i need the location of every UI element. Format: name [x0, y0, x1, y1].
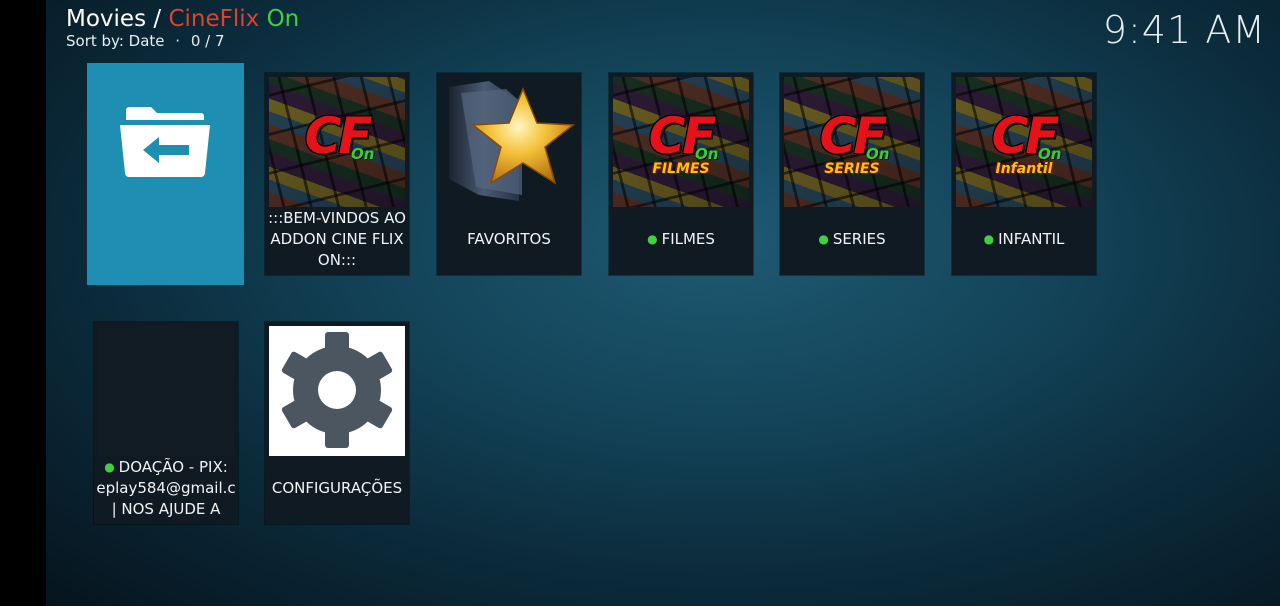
breadcrumb-section[interactable]: Movies: [66, 6, 146, 32]
tile-label-text: SERIES: [832, 229, 886, 248]
tile-label: ● INFANTIL: [952, 205, 1096, 273]
cf-logo: CF: [819, 107, 888, 165]
cineflix-series-thumbnail: CF On SERIES: [784, 77, 920, 207]
cf-on-text: On: [351, 145, 375, 163]
tile-label-line1: DOAÇÃO - PIX:: [118, 457, 228, 476]
tile-label-line2: eplay584@gmail.c: [96, 478, 236, 497]
tile-label: ● SERIES: [780, 205, 924, 273]
media-browser: Movies / CineFlix On Sort by: Date · 0 /…: [46, 0, 1280, 606]
cf-logo: CF: [648, 107, 717, 165]
tile-series[interactable]: CF On SERIES ● SERIES: [780, 73, 924, 275]
tile-label: :::BEM-VINDOS AO ADDON CINE FLIX ON:::: [268, 208, 406, 269]
clock: 9:41 AM: [1102, 8, 1266, 52]
tile-configuracoes[interactable]: CONFIGURAÇÕES: [265, 322, 409, 524]
addon-name-part2: On: [266, 6, 300, 32]
cineflix-filmes-thumbnail: CF On FILMES: [613, 77, 749, 207]
header: Movies / CineFlix On Sort by: Date · 0 /…: [66, 4, 299, 50]
gear-icon: [269, 326, 405, 456]
cineflix-logo-thumbnail: CF On: [269, 77, 405, 207]
tile-infantil[interactable]: CF On Infantil ● INFANTIL: [952, 73, 1096, 275]
tile-label-line3: | NOS AJUDE A: [111, 499, 221, 518]
tile-label: CONFIGURAÇÕES: [271, 478, 403, 497]
separator-dot: ·: [175, 32, 181, 50]
tile-label: FAVORITOS: [467, 229, 551, 248]
sort-info: Sort by: Date · 0 / 7: [66, 32, 299, 50]
back-folder-icon: [120, 107, 210, 177]
status-dot: ●: [647, 231, 658, 246]
tile-doacao[interactable]: ● DOAÇÃO - PIX: eplay584@gmail.c | NOS AJ…: [94, 322, 238, 524]
cf-logo: CF: [304, 107, 373, 165]
cf-sub-text: SERIES: [824, 161, 880, 177]
item-position: 0 / 7: [190, 32, 225, 50]
status-dot: ●: [983, 231, 995, 246]
tile-bem-vindos[interactable]: CF On :::BEM-VINDOS AO ADDON CINE FLIX O…: [265, 73, 409, 275]
cf-logo: CF: [991, 107, 1060, 165]
status-dot: ●: [104, 459, 115, 474]
tile-label-text: INFANTIL: [998, 229, 1065, 248]
tile-label-text: FILMES: [661, 229, 715, 248]
sort-label: Sort by: Date: [66, 32, 165, 50]
cineflix-infantil-thumbnail: CF On Infantil: [956, 77, 1092, 207]
cf-sub-text: Infantil: [995, 161, 1053, 177]
tile-label: ● FILMES: [609, 205, 753, 273]
breadcrumb: Movies / CineFlix On: [66, 4, 299, 34]
tile-favoritos[interactable]: FAVORITOS: [437, 73, 581, 275]
status-dot: ●: [818, 231, 829, 246]
cf-sub-text: FILMES: [652, 161, 710, 177]
star-folder-icon: [441, 77, 577, 207]
breadcrumb-separator: /: [146, 6, 169, 32]
tile-label: ● DOAÇÃO - PIX: eplay584@gmail.c | NOS AJ…: [94, 454, 238, 522]
tile-filmes[interactable]: CF On FILMES ● FILMES: [609, 73, 753, 275]
doacao-thumbnail: [98, 326, 234, 456]
back-folder-tile[interactable]: [87, 63, 244, 285]
addon-name-part1: CineFlix: [168, 6, 260, 32]
